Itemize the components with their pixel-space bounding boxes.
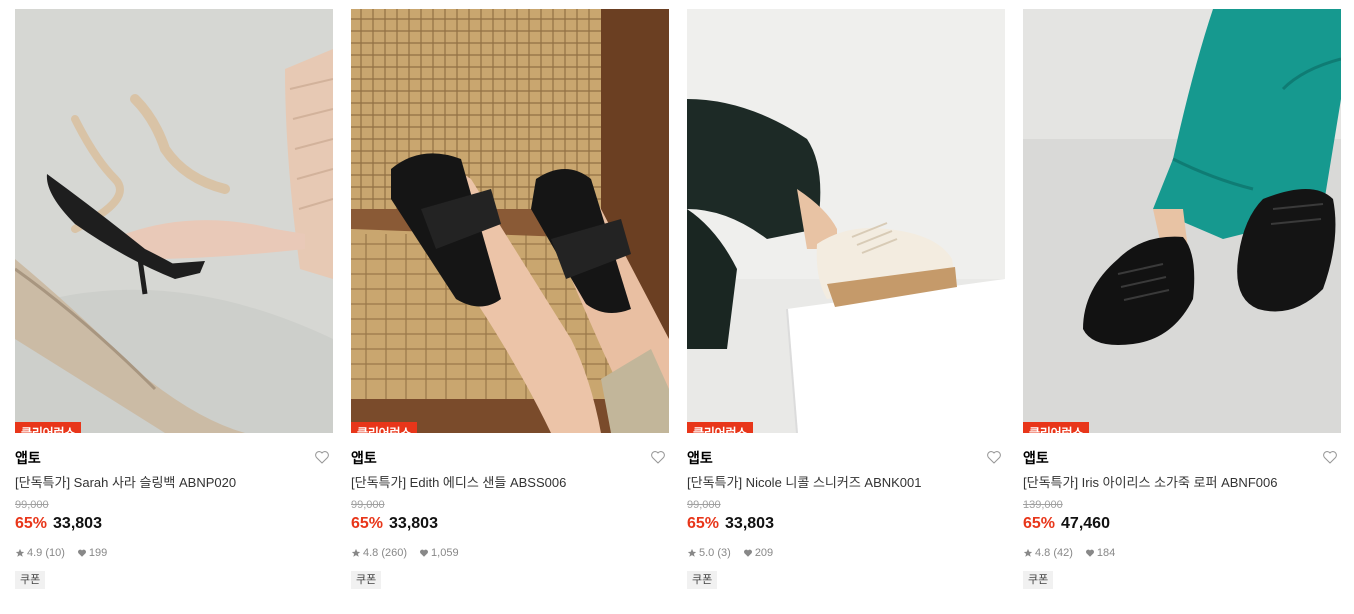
review-count: (260) — [381, 547, 408, 559]
original-price: 99,000 — [15, 499, 49, 511]
price-row: 65% 33,803 — [15, 514, 333, 534]
coupon-tag: 쿠폰 — [15, 571, 46, 589]
original-price: 99,000 — [687, 499, 721, 511]
product-image[interactable]: 클리어런스 — [351, 9, 669, 433]
product-image[interactable]: 클리어런스 — [687, 9, 1005, 433]
heart-outline-icon[interactable] — [1322, 449, 1338, 465]
product-photo-loafer — [1023, 9, 1341, 433]
discount-rate: 65% — [687, 515, 720, 532]
price-row: 65% 33,803 — [687, 514, 1005, 534]
rating-value: 4.9 — [27, 547, 43, 559]
product-meta: 5.0 (3) 209 — [687, 546, 1005, 560]
review-count: (10) — [45, 547, 65, 559]
brand-name[interactable]: 앱토 — [15, 450, 41, 466]
star-icon — [687, 548, 697, 557]
heart-outline-icon[interactable] — [314, 449, 330, 465]
rating-value: 5.0 — [699, 547, 715, 559]
product-photo-sandal — [351, 9, 669, 433]
product-meta: 4.9 (10) 199 — [15, 546, 333, 560]
heart-icon — [1085, 549, 1094, 557]
star-icon — [15, 548, 25, 557]
brand-name[interactable]: 앱토 — [687, 450, 713, 466]
heart-icon — [77, 549, 86, 557]
like-count: 184 — [1096, 547, 1116, 559]
clearance-badge: 클리어런스 — [1023, 422, 1090, 433]
like-count: 209 — [754, 547, 774, 559]
sale-price: 33,803 — [389, 515, 438, 532]
coupon-tag: 쿠폰 — [687, 571, 718, 589]
heart-outline-icon[interactable] — [986, 449, 1002, 465]
sale-price: 33,803 — [725, 515, 774, 532]
product-card[interactable]: 클리어런스 앱토 [단독특가] Nicole 니콜 스니커즈 ABNK001 9… — [687, 9, 1005, 589]
brand-name[interactable]: 앱토 — [1023, 450, 1049, 466]
brand-name[interactable]: 앱토 — [351, 450, 377, 466]
review-count: (3) — [717, 547, 731, 559]
coupon-tag: 쿠폰 — [351, 571, 382, 589]
product-image[interactable]: 클리어런스 — [15, 9, 333, 433]
product-title[interactable]: [단독특가] Iris 아이리스 소가죽 로퍼 ABNF006 — [1023, 474, 1341, 492]
review-count: (42) — [1053, 547, 1073, 559]
like-count: 1,059 — [431, 547, 459, 559]
product-image[interactable]: 클리어런스 — [1023, 9, 1341, 433]
product-photo-slingback — [15, 9, 333, 433]
product-card[interactable]: 클리어런스 앱토 [단독특가] Edith 에디스 샌들 ABSS006 99,… — [351, 9, 669, 589]
like-count: 199 — [88, 547, 108, 559]
clearance-badge: 클리어런스 — [15, 422, 82, 433]
product-card[interactable]: 클리어런스 앱토 [단독특가] Sarah 사라 슬링백 ABNP020 99,… — [15, 9, 333, 589]
rating-value: 4.8 — [363, 547, 379, 559]
product-meta: 4.8 (42) 184 — [1023, 546, 1341, 560]
clearance-badge: 클리어런스 — [351, 422, 418, 433]
heart-outline-icon[interactable] — [650, 449, 666, 465]
product-meta: 4.8 (260) 1,059 — [351, 546, 669, 560]
sale-price: 33,803 — [53, 515, 102, 532]
star-icon — [1023, 548, 1033, 557]
discount-rate: 65% — [1023, 515, 1056, 532]
clearance-badge: 클리어런스 — [687, 422, 754, 433]
original-price: 99,000 — [351, 499, 385, 511]
coupon-tag: 쿠폰 — [1023, 571, 1054, 589]
price-row: 65% 33,803 — [351, 514, 669, 534]
product-card[interactable]: 클리어런스 앱토 [단독특가] Iris 아이리스 소가죽 로퍼 ABNF006… — [1023, 9, 1341, 589]
product-title[interactable]: [단독특가] Nicole 니콜 스니커즈 ABNK001 — [687, 474, 1005, 492]
rating-value: 4.8 — [1035, 547, 1051, 559]
discount-rate: 65% — [15, 515, 48, 532]
heart-icon — [420, 549, 429, 557]
product-photo-sneaker — [687, 9, 1005, 433]
product-grid: 클리어런스 앱토 [단독특가] Sarah 사라 슬링백 ABNP020 99,… — [0, 0, 1354, 614]
product-title[interactable]: [단독특가] Sarah 사라 슬링백 ABNP020 — [15, 474, 333, 492]
price-row: 65% 47,460 — [1023, 514, 1341, 534]
sale-price: 47,460 — [1061, 515, 1110, 532]
star-icon — [351, 548, 361, 557]
heart-icon — [743, 549, 752, 557]
original-price: 139,000 — [1023, 499, 1063, 511]
discount-rate: 65% — [351, 515, 384, 532]
product-title[interactable]: [단독특가] Edith 에디스 샌들 ABSS006 — [351, 474, 669, 492]
